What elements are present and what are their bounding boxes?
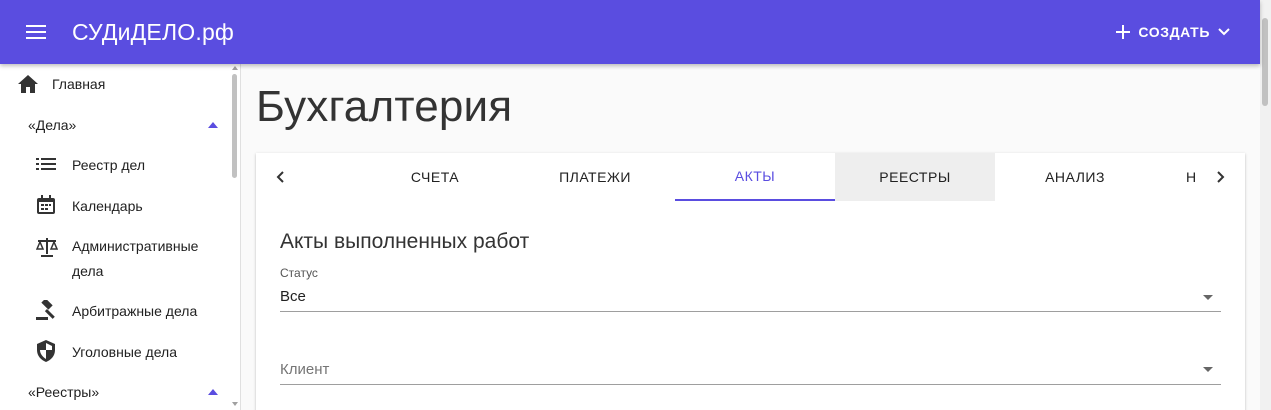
tab-registries[interactable]: РЕЕСТРЫ xyxy=(835,153,995,201)
collapse-arrow-icon xyxy=(208,122,218,128)
list-icon xyxy=(36,157,72,174)
collapse-arrow-icon xyxy=(208,389,218,395)
sidebar-item-label: Календарь xyxy=(72,198,143,214)
page-title: Бухгалтерия xyxy=(256,82,513,131)
tab-bar: Г СЧЕТА ПЛАТЕЖИ АКТЫ РЕЕСТРЫ АНАЛИЗ Н xyxy=(256,153,1245,201)
sidebar-section-label: «Реестры» xyxy=(28,384,100,400)
sidebar-item-label: Главная xyxy=(52,76,106,92)
client-select[interactable]: Клиент xyxy=(280,355,1221,385)
chevron-left-icon xyxy=(276,171,284,183)
sidebar-item-label: Реестр дел xyxy=(72,157,146,173)
sidebar-item-label: Административные xyxy=(72,238,199,254)
sidebar-section-cases[interactable]: «Дела» xyxy=(28,114,218,136)
calendar-icon xyxy=(36,194,72,218)
home-icon xyxy=(16,75,40,93)
sidebar-item-criminal[interactable]: Уголовные дела xyxy=(36,339,240,365)
sidebar-item-label-continued: дела xyxy=(72,263,104,279)
gavel-icon xyxy=(36,297,72,323)
sidebar-item-label: Арбитражные дела xyxy=(72,303,198,319)
sidebar-item-administrative[interactable]: Административные дела xyxy=(35,234,240,284)
tab-analysis[interactable]: АНАЛИЗ xyxy=(995,153,1155,201)
scroll-up-arrow-icon[interactable] xyxy=(232,66,238,70)
menu-icon xyxy=(26,25,46,39)
page-scrollbar-thumb[interactable] xyxy=(1262,18,1268,106)
tab-scroll-left-button[interactable] xyxy=(260,153,300,201)
client-select-placeholder: Клиент xyxy=(280,361,330,378)
sidebar-section-registries[interactable]: «Реестры» xyxy=(28,381,218,403)
create-button[interactable]: СОЗДАТЬ xyxy=(1108,14,1238,50)
status-select[interactable]: Все xyxy=(280,282,1221,312)
tab-scroll-right-button[interactable] xyxy=(1201,153,1241,201)
scales-icon xyxy=(35,234,72,260)
dropdown-arrow-icon xyxy=(1203,295,1213,300)
tab-acts[interactable]: АКТЫ xyxy=(675,153,835,201)
chevron-right-icon xyxy=(1217,171,1225,183)
sidebar-scrollbar[interactable] xyxy=(229,64,240,410)
accounting-card: Г СЧЕТА ПЛАТЕЖИ АКТЫ РЕЕСТРЫ АНАЛИЗ Н Ак… xyxy=(256,153,1245,410)
page-scrollbar[interactable] xyxy=(1260,0,1271,410)
tab-invoices[interactable]: СЧЕТА xyxy=(355,153,515,201)
plus-icon xyxy=(1116,25,1131,39)
sidebar-scrollbar-thumb[interactable] xyxy=(232,74,237,178)
status-field-label: Статус xyxy=(280,266,318,280)
app-title[interactable]: СУДиДЕЛО.рф xyxy=(72,19,234,46)
sidebar-item-calendar[interactable]: Календарь xyxy=(36,194,240,218)
menu-button[interactable] xyxy=(0,0,72,64)
sidebar: Главная «Дела» Реестр дел Календарь Адми… xyxy=(0,64,241,410)
sidebar-item-label: Уголовные дела xyxy=(72,344,178,360)
sidebar-section-label: «Дела» xyxy=(28,117,77,133)
sidebar-item-arbitration[interactable]: Арбитражные дела xyxy=(36,297,240,323)
app-bar: СУДиДЕЛО.рф СОЗДАТЬ xyxy=(0,0,1260,64)
section-title: Акты выполненных работ xyxy=(280,230,530,253)
chevron-down-icon xyxy=(1218,28,1230,36)
sidebar-item-home[interactable]: Главная xyxy=(16,72,216,96)
scroll-down-arrow-icon[interactable] xyxy=(232,402,238,406)
tab-payments[interactable]: ПЛАТЕЖИ xyxy=(515,153,675,201)
shield-icon xyxy=(36,339,72,365)
create-button-label: СОЗДАТЬ xyxy=(1138,24,1210,40)
sidebar-item-cases-registry[interactable]: Реестр дел xyxy=(36,154,240,176)
dropdown-arrow-icon xyxy=(1203,367,1213,372)
status-select-value: Все xyxy=(280,288,306,305)
